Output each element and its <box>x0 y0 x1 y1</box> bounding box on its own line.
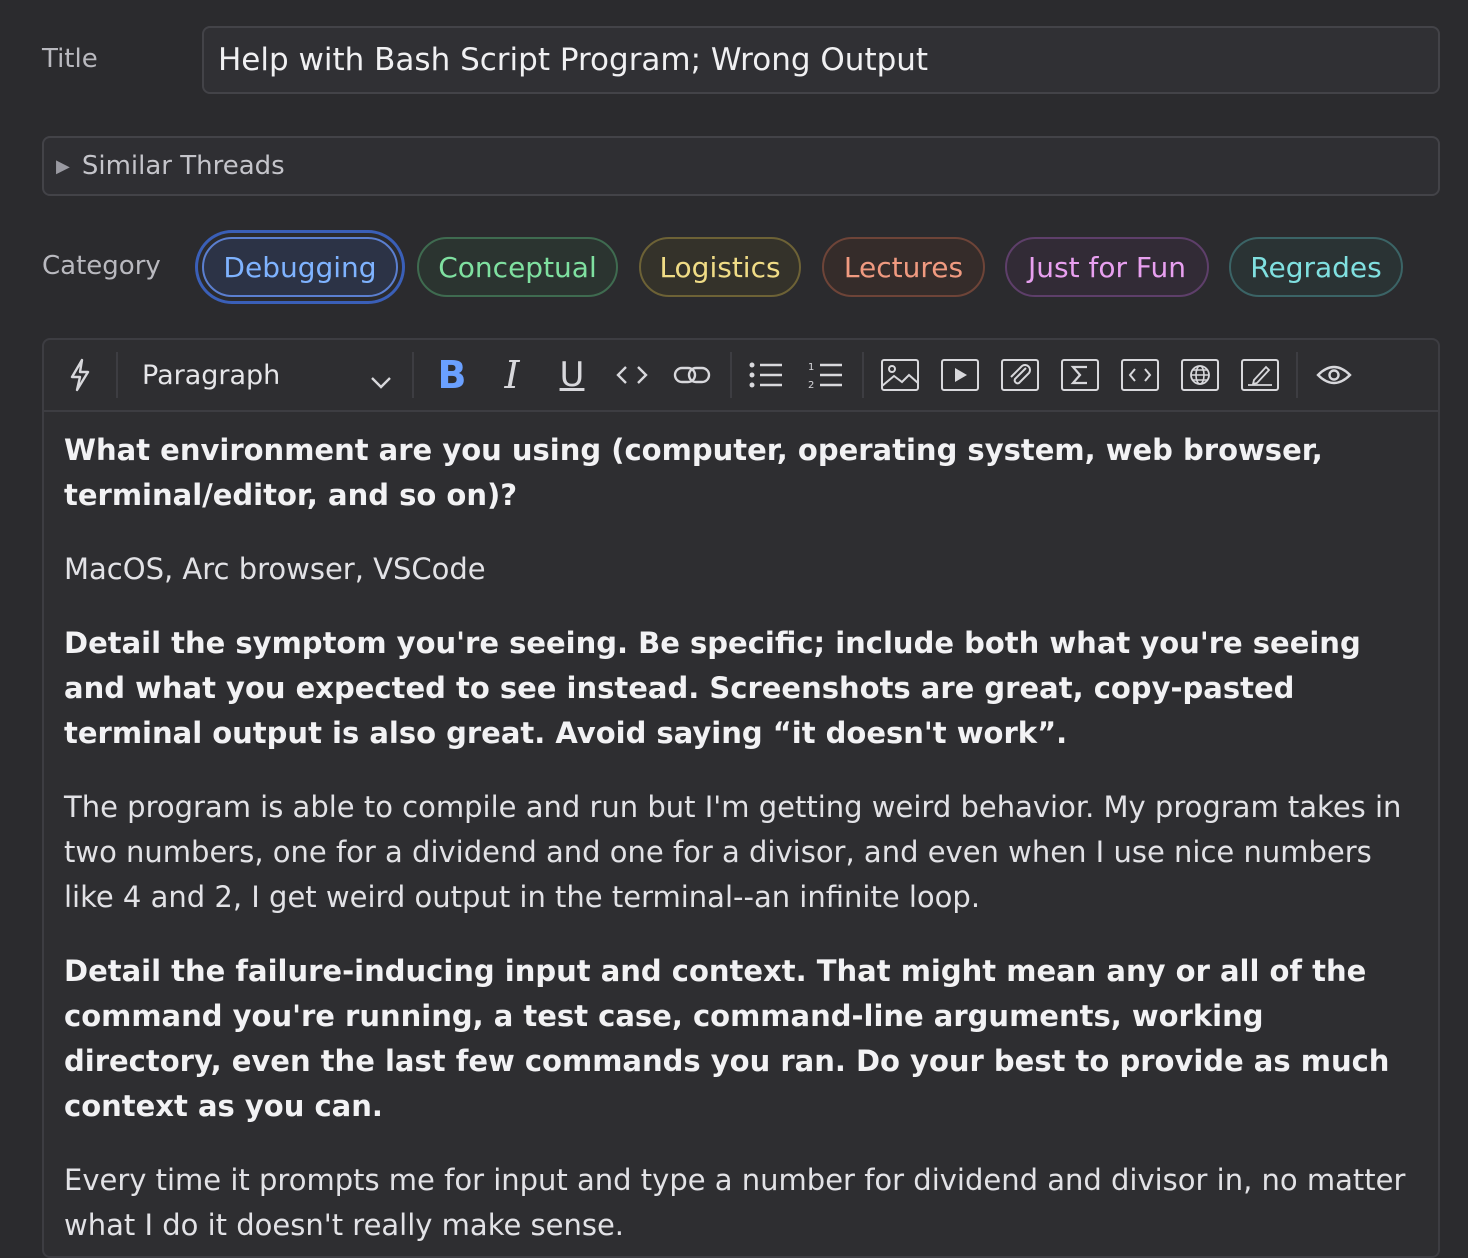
numbered-list-icon[interactable]: 12 <box>804 340 848 410</box>
category-chip-lectures[interactable]: Lectures <box>822 237 985 297</box>
editor-toolbar: Paragraph B I U 12 <box>44 340 1438 412</box>
math-icon[interactable] <box>1058 340 1102 410</box>
lightning-icon[interactable] <box>62 340 98 410</box>
video-icon[interactable] <box>938 340 982 410</box>
link-icon[interactable] <box>670 340 714 410</box>
category-chip-logistics[interactable]: Logistics <box>639 237 801 297</box>
bullet-list-icon[interactable] <box>744 340 788 410</box>
title-input[interactable] <box>202 26 1440 94</box>
drawing-icon[interactable] <box>1238 340 1282 410</box>
category-label: Category <box>42 251 161 281</box>
web-embed-icon[interactable] <box>1178 340 1222 410</box>
category-chip-regrades[interactable]: Regrades <box>1229 237 1403 297</box>
svg-text:1: 1 <box>808 362 814 373</box>
preview-icon[interactable] <box>1312 340 1356 410</box>
bold-icon[interactable]: B <box>432 340 472 410</box>
question-symptom: Detail the symptom you're seeing. Be spe… <box>64 626 1361 750</box>
svg-text:2: 2 <box>808 380 814 390</box>
question-environment: What environment are you using (computer… <box>64 433 1323 512</box>
similar-threads-label: Similar Threads <box>81 151 285 181</box>
italic-icon[interactable]: I <box>492 340 532 410</box>
category-chip-conceptual[interactable]: Conceptual <box>417 237 618 297</box>
title-label: Title <box>42 44 98 74</box>
attachment-icon[interactable] <box>998 340 1042 410</box>
code-block-icon[interactable] <box>1118 340 1162 410</box>
category-chip-just-for-fun[interactable]: Just for Fun <box>1005 237 1209 297</box>
rich-text-editor: Paragraph B I U 12 What environment are … <box>42 338 1440 1258</box>
image-icon[interactable] <box>878 340 922 410</box>
inline-code-icon[interactable] <box>610 340 654 410</box>
answer-symptom: The program is able to compile and run b… <box>64 790 1402 914</box>
answer-input-context: Every time it prompts me for input and t… <box>64 1163 1406 1242</box>
chevron-down-icon <box>370 366 392 397</box>
category-chip-debugging[interactable]: Debugging <box>202 237 398 297</box>
underline-icon[interactable]: U <box>552 340 592 410</box>
similar-threads-toggle[interactable]: ▶ Similar Threads <box>42 136 1440 196</box>
paragraph-format-select[interactable]: Paragraph <box>142 340 392 410</box>
answer-environment: MacOS, Arc browser, VSCode <box>64 552 486 586</box>
question-input-context: Detail the failure-inducing input and co… <box>64 954 1390 1123</box>
paragraph-format-value: Paragraph <box>142 359 281 391</box>
triangle-right-icon: ▶ <box>56 155 70 177</box>
editor-content[interactable]: What environment are you using (computer… <box>44 412 1438 1248</box>
